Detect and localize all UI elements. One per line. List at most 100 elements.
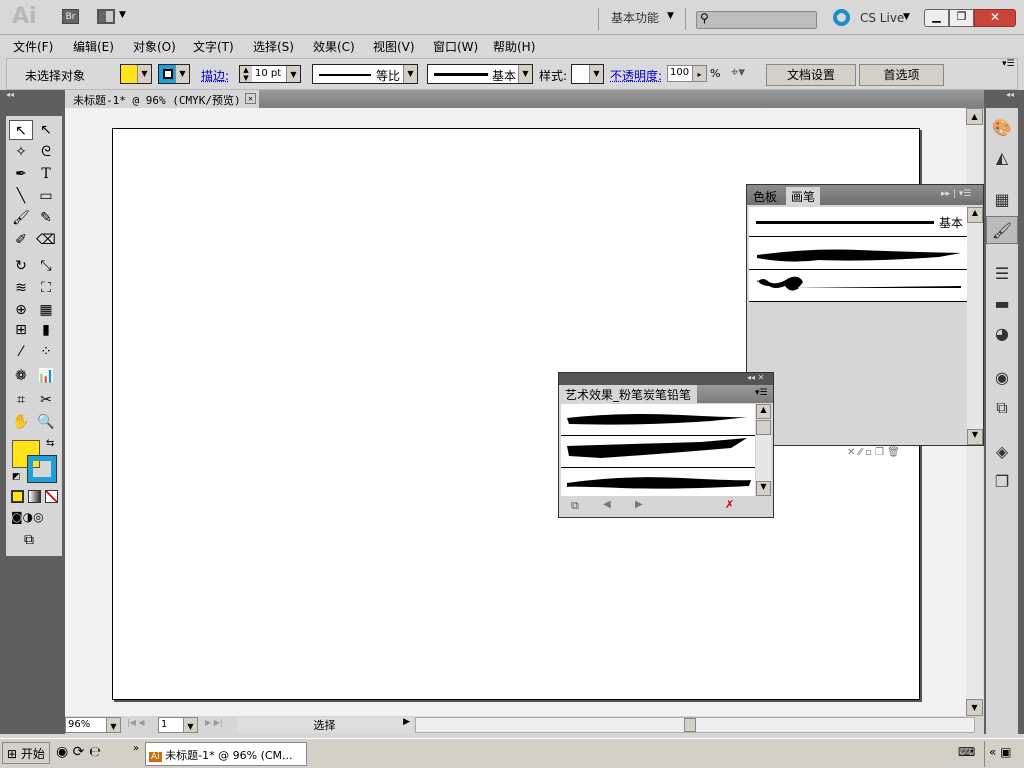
brush-item-charcoal[interactable] bbox=[749, 238, 967, 270]
art-brush-item[interactable] bbox=[561, 404, 755, 435]
eraser-tool-icon[interactable]: ⌫ bbox=[34, 230, 58, 250]
document-tab[interactable]: 未标题-1* @ 96% (CMYK/预览) ✕ bbox=[65, 90, 259, 108]
warp-tool-icon[interactable]: ≋ bbox=[9, 278, 33, 298]
magic-wand-tool-icon[interactable]: ✧ bbox=[9, 142, 33, 162]
gradient-mode-icon[interactable] bbox=[28, 490, 41, 503]
none-mode-icon[interactable] bbox=[45, 490, 58, 503]
first-prev-artboard-icons[interactable]: |◀ ◀ bbox=[127, 718, 145, 727]
isolate-selection-icon[interactable]: ⌖▾ bbox=[731, 65, 745, 80]
art-list-scrollbar[interactable]: ▲ ▼ bbox=[756, 404, 771, 496]
blend-tool-icon[interactable]: ⁘ bbox=[34, 342, 58, 362]
panel-menu-icon[interactable]: ▸▸ | ▾☰ bbox=[941, 189, 971, 199]
brush-item-basic[interactable]: 基本 bbox=[749, 207, 967, 237]
chevron-down-icon[interactable]: ▼ bbox=[667, 11, 674, 21]
zoom-dropdown[interactable]: 96% ▼ bbox=[65, 717, 121, 733]
stroke-swatch[interactable] bbox=[27, 455, 57, 483]
chevron-down-icon[interactable]: ▼ bbox=[119, 10, 126, 20]
perspective-grid-tool-icon[interactable]: ▦ bbox=[34, 300, 58, 320]
stroke-color-dropdown[interactable]: ▼ bbox=[158, 64, 190, 84]
gradient-tool-icon[interactable]: ▮ bbox=[34, 320, 58, 340]
appearance-panel-icon[interactable]: ◉ bbox=[986, 364, 1018, 392]
column-graph-tool-icon[interactable]: 📊 bbox=[34, 366, 58, 386]
brush-list-scrollbar[interactable]: ▲ ▼ bbox=[967, 207, 983, 445]
panel-collapse-close-icons[interactable]: ◂◂ ✕ bbox=[747, 373, 764, 382]
status-mode-menu[interactable]: 选择 ▶ bbox=[237, 717, 412, 733]
document-setup-button[interactable]: 文档设置 bbox=[766, 64, 856, 86]
horizontal-scrollbar[interactable] bbox=[415, 717, 975, 733]
system-tray[interactable]: « ▣ bbox=[984, 741, 1022, 767]
previous-library-icon[interactable]: ◀ bbox=[603, 499, 611, 510]
bridge-button[interactable]: Br bbox=[62, 9, 79, 24]
menu-help[interactable]: 帮助(H) bbox=[493, 38, 535, 55]
menu-file[interactable]: 文件(F) bbox=[13, 38, 53, 55]
fill-color-dropdown[interactable]: ▼ bbox=[120, 64, 152, 84]
panel-menu-icon[interactable]: ▾☰ bbox=[755, 388, 768, 398]
brush-item-ornament[interactable] bbox=[749, 270, 967, 302]
hand-tool-icon[interactable]: ✋ bbox=[9, 412, 33, 432]
zoom-tool-icon[interactable]: 🔍 bbox=[34, 412, 58, 432]
variable-width-profile-dropdown[interactable]: 等比 ▼ bbox=[312, 64, 418, 84]
menu-window[interactable]: 窗口(W) bbox=[433, 38, 478, 55]
pencil-tool-icon[interactable]: ✎ bbox=[34, 208, 58, 228]
close-tab-icon[interactable]: ✕ bbox=[245, 93, 256, 104]
close-button[interactable]: ✕ bbox=[974, 9, 1016, 27]
lasso-tool-icon[interactable]: ᘓ bbox=[34, 142, 58, 162]
paintbrush-tool-icon[interactable]: 🖌 bbox=[9, 208, 33, 228]
color-guide-icon[interactable]: ◭ bbox=[986, 144, 1018, 172]
menu-select[interactable]: 选择(S) bbox=[253, 38, 294, 55]
color-panel-icon[interactable]: 🎨 bbox=[986, 114, 1018, 142]
selection-tool-icon[interactable]: ↖ bbox=[9, 120, 33, 140]
menu-object[interactable]: 对象(O) bbox=[133, 38, 176, 55]
preferences-button[interactable]: 首选项 bbox=[859, 64, 944, 86]
type-tool-icon[interactable]: T bbox=[34, 164, 58, 184]
opacity-field[interactable]: 100 ▸ bbox=[667, 65, 707, 82]
tab-art-library[interactable]: 艺术效果_粉笔炭笔铅笔 bbox=[559, 385, 698, 403]
swatches-panel-icon[interactable]: ▦ bbox=[986, 186, 1018, 214]
graphic-styles-icon[interactable]: ⧉ bbox=[986, 394, 1018, 422]
cs-live-button[interactable]: CS Live bbox=[860, 11, 904, 25]
panel-menu-icon[interactable]: ▾☰ bbox=[1002, 59, 1015, 69]
slice-tool-icon[interactable]: ✂ bbox=[34, 390, 58, 410]
menu-edit[interactable]: 编辑(E) bbox=[73, 38, 114, 55]
remove-brush-stroke-icon[interactable]: ✗ bbox=[725, 498, 734, 511]
brush-definition-dropdown[interactable]: 基本 ▼ bbox=[427, 64, 533, 84]
free-transform-tool-icon[interactable]: ⛶ bbox=[34, 278, 58, 298]
direct-selection-tool-icon[interactable]: ↖ bbox=[34, 120, 58, 140]
brushes-panel-icon[interactable]: 🖌 bbox=[986, 216, 1018, 244]
default-colors-icon[interactable]: ◩ bbox=[12, 472, 21, 482]
line-tool-icon[interactable]: ╲ bbox=[9, 186, 33, 206]
menu-view[interactable]: 视图(V) bbox=[373, 38, 415, 55]
stroke-weight-field[interactable]: ▲ ▼ 10 pt ▼ bbox=[239, 65, 301, 83]
style-dropdown[interactable]: ▼ bbox=[571, 64, 604, 84]
eyedropper-tool-icon[interactable]: ⁄ bbox=[9, 342, 33, 362]
restore-button[interactable]: ❐ bbox=[949, 9, 974, 27]
opacity-link[interactable]: 不透明度: bbox=[610, 67, 662, 84]
tab-brushes[interactable]: 画笔 bbox=[786, 187, 821, 205]
start-button[interactable]: ⊞ 开始 bbox=[2, 742, 50, 764]
stroke-panel-icon[interactable]: ☰ bbox=[986, 260, 1018, 288]
search-input[interactable] bbox=[696, 11, 817, 29]
draw-mode-icons[interactable]: ◙◑◎ bbox=[11, 510, 44, 524]
collapse-icon[interactable]: ◂◂ bbox=[6, 90, 14, 99]
screen-mode-icon[interactable]: ⧉ bbox=[24, 532, 34, 548]
gradient-panel-icon[interactable]: ▬ bbox=[986, 290, 1018, 318]
color-mode-icon[interactable] bbox=[11, 490, 24, 503]
art-brush-item[interactable] bbox=[561, 468, 755, 496]
artboards-panel-icon[interactable]: ❐ bbox=[986, 468, 1018, 496]
symbol-sprayer-tool-icon[interactable]: ❁ bbox=[9, 366, 33, 386]
brush-libraries-menu-icon[interactable]: ⧉ bbox=[571, 499, 579, 513]
rotate-tool-icon[interactable]: ↻ bbox=[9, 256, 33, 276]
next-last-artboard-icons[interactable]: ▶ ▶| bbox=[205, 718, 223, 727]
minimize-button[interactable]: ▁ bbox=[924, 9, 949, 27]
rectangle-tool-icon[interactable]: ▭ bbox=[34, 186, 58, 206]
layers-panel-icon[interactable]: ◈ bbox=[986, 438, 1018, 466]
pen-tool-icon[interactable]: ✒ bbox=[9, 164, 33, 184]
swap-colors-icon[interactable]: ⇆ bbox=[46, 438, 54, 449]
artboard-number-dropdown[interactable]: 1 ▼ bbox=[158, 717, 198, 733]
mesh-tool-icon[interactable]: ⊞ bbox=[9, 320, 33, 340]
taskbar-illustrator-task[interactable]: Ai 未标题-1* @ 96% (CM... bbox=[145, 742, 307, 766]
brush-panel-footer-icons[interactable]: ✕ ⁄⁄ ▫ ❐ 🗑 bbox=[847, 447, 900, 458]
quicklaunch-icons[interactable]: ◉ ⟳ ℮ bbox=[56, 744, 101, 760]
expand-panels-icon[interactable]: ◂◂ bbox=[1006, 90, 1014, 99]
stroke-link[interactable]: 描边: bbox=[201, 67, 229, 84]
